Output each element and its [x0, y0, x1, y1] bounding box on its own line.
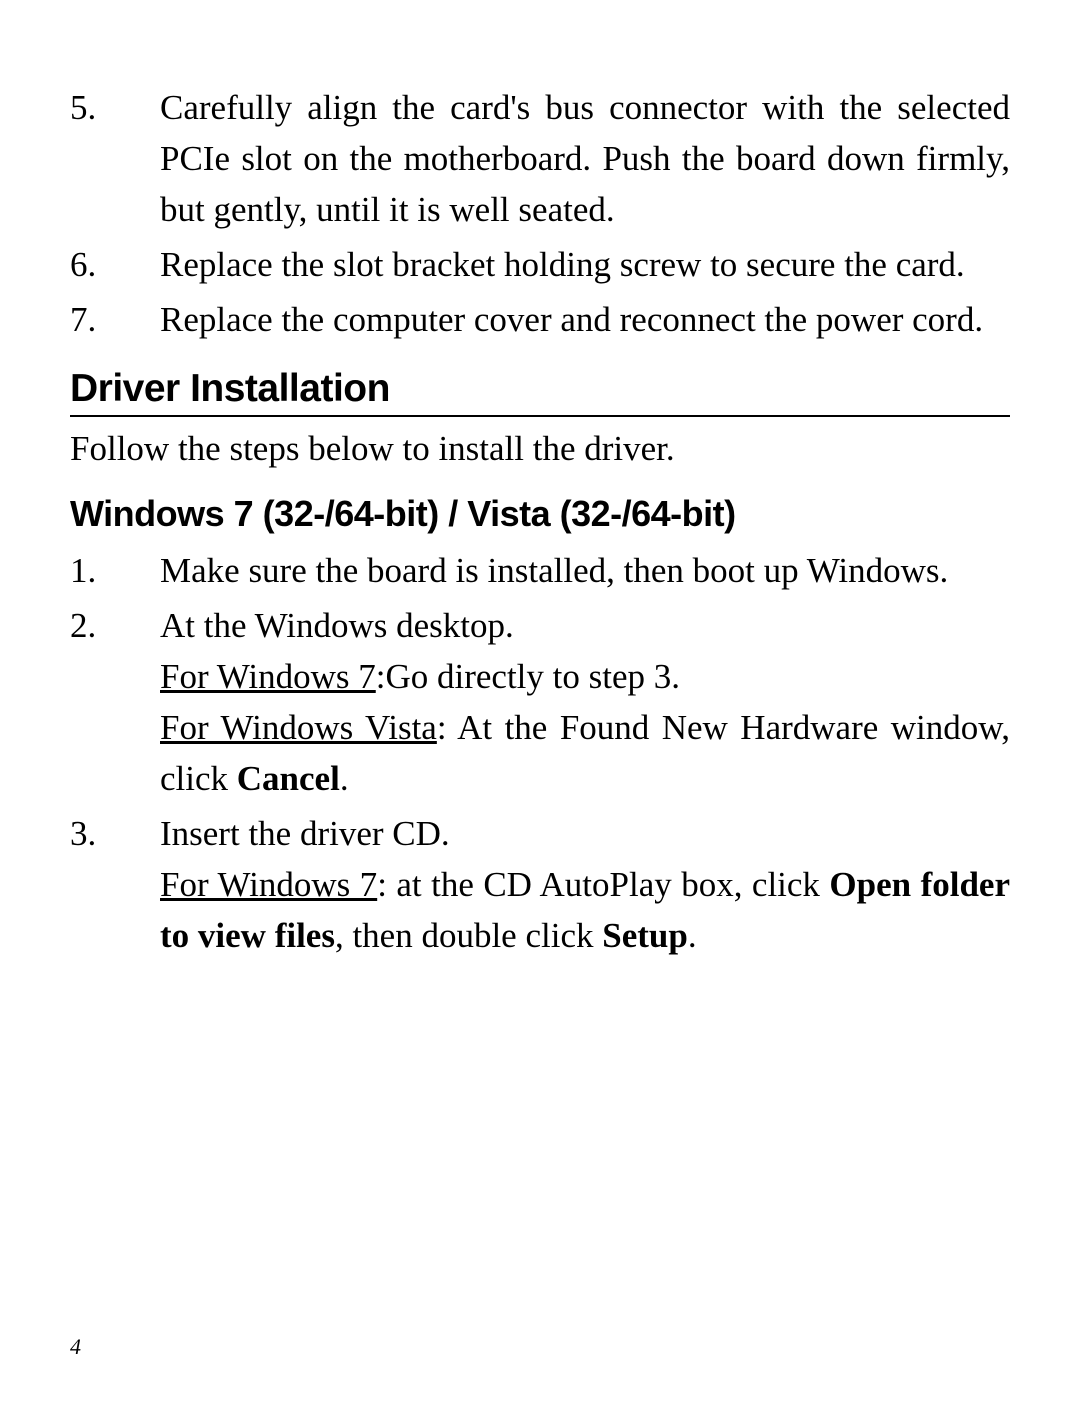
hardware-step-7: 7. Replace the computer cover and reconn… — [70, 294, 1010, 345]
step-number: 2. — [70, 600, 160, 804]
step-text: At the Windows desktop. For Windows 7:Go… — [160, 600, 1010, 804]
step-line: At the Windows desktop. — [160, 600, 1010, 651]
step-text: Replace the slot bracket holding screw t… — [160, 239, 1010, 290]
step-number: 6. — [70, 239, 160, 290]
step-line-vista: For Windows Vista: At the Found New Hard… — [160, 702, 1010, 804]
underline-label: For Windows 7 — [160, 657, 376, 696]
driver-step-2: 2. At the Windows desktop. For Windows 7… — [70, 600, 1010, 804]
step-number: 1. — [70, 545, 160, 596]
driver-installation-heading: Driver Installation — [70, 367, 1010, 417]
step-line-win7: For Windows 7:Go directly to step 3. — [160, 651, 1010, 702]
underline-label: For Windows Vista — [160, 708, 437, 747]
text-segment: . — [340, 759, 349, 798]
step-number: 7. — [70, 294, 160, 345]
underline-label: For Windows 7 — [160, 865, 377, 904]
step-line: Insert the driver CD. — [160, 808, 1010, 859]
hardware-step-5: 5. Carefully align the card's bus connec… — [70, 82, 1010, 235]
step-text: Carefully align the card's bus connector… — [160, 82, 1010, 235]
windows-subheading: Windows 7 (32-/64-bit) / Vista (32-/64-b… — [70, 493, 1010, 535]
driver-step-3: 3. Insert the driver CD. For Windows 7: … — [70, 808, 1010, 961]
step-number: 3. — [70, 808, 160, 961]
step-text: Replace the computer cover and reconnect… — [160, 294, 1010, 345]
text-segment: :Go directly to step 3. — [376, 657, 680, 696]
step-number: 5. — [70, 82, 160, 235]
text-segment: . — [688, 916, 697, 955]
text-segment: , then double click — [335, 916, 602, 955]
bold-label: Setup — [602, 916, 688, 955]
page-number: 4 — [70, 1334, 81, 1360]
bold-label: Cancel — [237, 759, 340, 798]
step-text: Insert the driver CD. For Windows 7: at … — [160, 808, 1010, 961]
step-text: Make sure the board is installed, then b… — [160, 545, 1010, 596]
driver-step-1: 1. Make sure the board is installed, the… — [70, 545, 1010, 596]
text-segment: : at the CD AutoPlay box, click — [377, 865, 829, 904]
intro-text: Follow the steps below to install the dr… — [70, 423, 1010, 474]
step-line-win7: For Windows 7: at the CD AutoPlay box, c… — [160, 859, 1010, 961]
hardware-step-6: 6. Replace the slot bracket holding scre… — [70, 239, 1010, 290]
